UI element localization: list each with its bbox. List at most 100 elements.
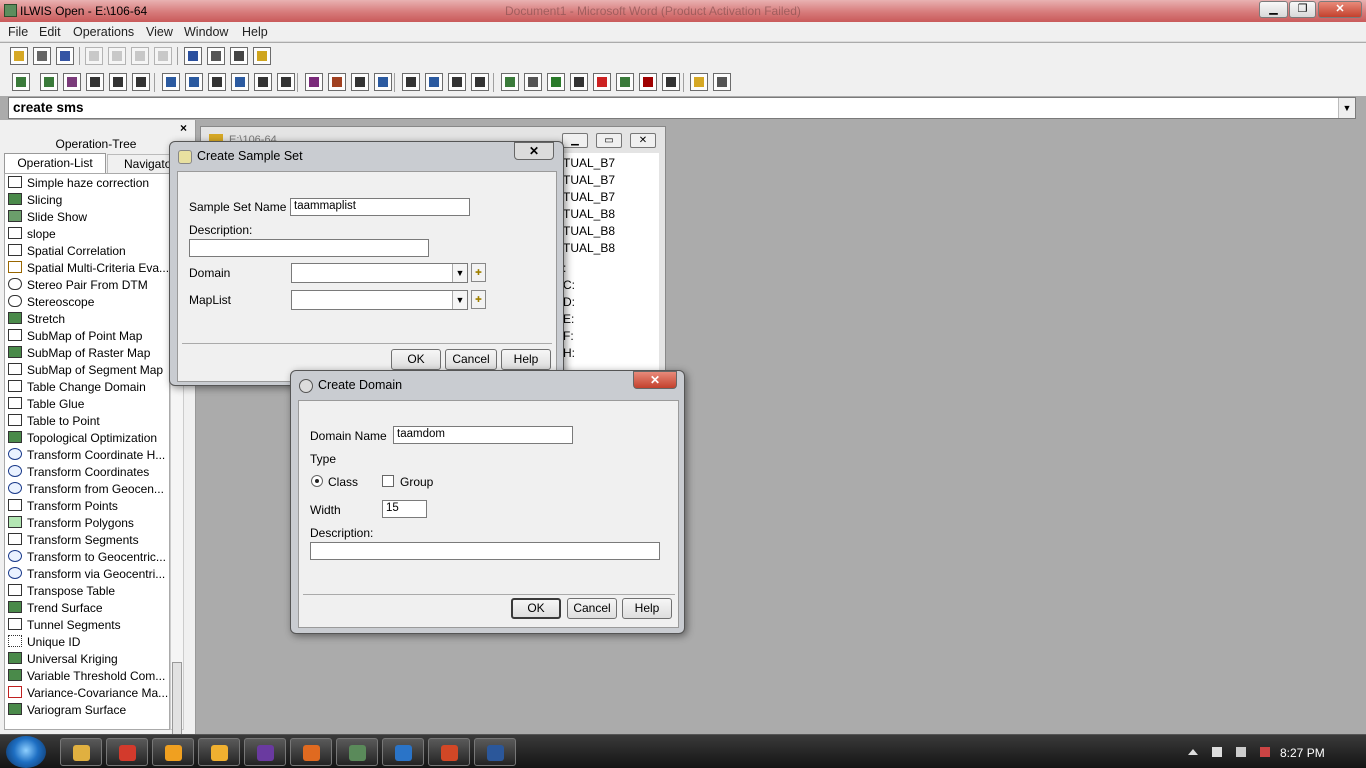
properties-icon[interactable] [56, 47, 74, 65]
histogram-icon[interactable] [254, 73, 272, 91]
word-icon[interactable] [474, 738, 516, 766]
operation-item[interactable]: Simple haze correction [5, 174, 169, 191]
help-button[interactable]: Help [622, 598, 672, 619]
stereo-icon[interactable] [524, 73, 542, 91]
segment-map-icon[interactable] [86, 73, 104, 91]
menu-help[interactable]: Help [242, 25, 268, 39]
ilwis-logo-icon[interactable] [12, 73, 30, 91]
tab-navigator[interactable]: Navigator [107, 154, 177, 173]
operation-item[interactable]: Slide Show [5, 208, 169, 225]
operation-item[interactable]: Transform Points [5, 497, 169, 514]
chevron-down-icon[interactable]: ▼ [452, 264, 467, 282]
operation-item[interactable]: Stretch [5, 310, 169, 327]
catalog-item[interactable]: C: [563, 278, 575, 292]
polygon-map-icon[interactable] [63, 73, 81, 91]
script-icon[interactable] [662, 73, 680, 91]
operation-item[interactable]: slope [5, 225, 169, 242]
operation-item[interactable]: Slicing [5, 191, 169, 208]
operation-item[interactable]: Table Change Domain [5, 378, 169, 395]
menu-edit[interactable]: Edit [39, 25, 61, 39]
start-button[interactable] [6, 736, 46, 768]
up-folder-icon[interactable] [253, 47, 271, 65]
minimize-button[interactable]: ▁ [1259, 1, 1288, 18]
maplist-icon[interactable] [402, 73, 420, 91]
menu-window[interactable]: Window [184, 25, 228, 39]
window-title-bar[interactable]: ILWIS Open - E:\106-64 Document1 - Micro… [0, 0, 1366, 22]
create-maplist-button[interactable]: ✚ [471, 290, 486, 309]
operation-item[interactable]: SubMap of Raster Map [5, 344, 169, 361]
chrome-icon[interactable] [106, 738, 148, 766]
operation-item[interactable]: Transform Coordinates [5, 463, 169, 480]
cancel-button[interactable]: Cancel [567, 598, 617, 619]
visual-studio-icon[interactable] [244, 738, 286, 766]
function-icon[interactable] [639, 73, 657, 91]
network-icon[interactable] [1260, 747, 1270, 757]
domain-icon[interactable] [305, 73, 323, 91]
georeference-icon[interactable] [351, 73, 369, 91]
firefox-icon[interactable] [290, 738, 332, 766]
group-checkbox[interactable] [382, 475, 394, 487]
operation-item[interactable]: Transform Segments [5, 531, 169, 548]
annotation-icon[interactable] [208, 73, 226, 91]
list-view-icon[interactable] [207, 47, 225, 65]
dem-icon[interactable] [501, 73, 519, 91]
class-radio[interactable] [311, 475, 323, 487]
catalog-minimize-button[interactable]: ▁ [562, 133, 588, 148]
catalog-item[interactable]: TUAL_B7 [563, 190, 615, 204]
menu-file[interactable]: File [8, 25, 28, 39]
panel-close-icon[interactable]: × [180, 121, 187, 135]
details-view-icon[interactable] [230, 47, 248, 65]
ie-icon[interactable] [382, 738, 424, 766]
operation-item[interactable]: Transpose Table [5, 582, 169, 599]
catalog-item[interactable]: H: [563, 346, 575, 360]
domain-name-input[interactable]: taamdom [393, 426, 573, 444]
catalog-item[interactable]: TUAL_B8 [563, 224, 615, 238]
width-input[interactable]: 15 [382, 500, 427, 518]
operation-item[interactable]: Spatial Correlation [5, 242, 169, 259]
show-hidden-icons-icon[interactable] [1188, 749, 1198, 755]
operation-item[interactable]: Universal Kriging [5, 650, 169, 667]
operation-item[interactable]: Unique ID [5, 633, 169, 650]
operation-item[interactable]: SubMap of Segment Map [5, 361, 169, 378]
operation-item[interactable]: Transform via Geocentri... [5, 565, 169, 582]
operation-item[interactable]: Topological Optimization [5, 429, 169, 446]
ok-button[interactable]: OK [391, 349, 441, 370]
coordinate-system-icon[interactable] [374, 73, 392, 91]
raster-map-icon[interactable] [40, 73, 58, 91]
smce-icon[interactable] [547, 73, 565, 91]
point-map-icon[interactable] [109, 73, 127, 91]
operation-item[interactable]: Variogram Surface [5, 701, 169, 718]
close-window-button[interactable]: ✕ [1318, 1, 1362, 18]
operation-item[interactable]: Table to Point [5, 412, 169, 429]
chevron-down-icon[interactable]: ▼ [452, 291, 467, 309]
copy-icon[interactable] [85, 47, 103, 65]
description-input[interactable] [310, 542, 660, 560]
map-view-icon[interactable] [425, 73, 443, 91]
sample-set-name-input[interactable]: taammaplist [290, 198, 470, 216]
power-icon[interactable] [1236, 747, 1246, 757]
catalog-item[interactable]: TUAL_B8 [563, 241, 615, 255]
operation-item[interactable]: SubMap of Point Map [5, 327, 169, 344]
operation-item[interactable]: Stereo Pair From DTM [5, 276, 169, 293]
explorer-icon[interactable] [60, 738, 102, 766]
layout-icon[interactable] [231, 73, 249, 91]
graph-icon[interactable] [184, 47, 202, 65]
domain-select[interactable]: ▼ [291, 263, 468, 283]
catalog-item[interactable]: TUAL_B8 [563, 207, 615, 221]
operation-item[interactable]: Spatial Multi-Criteria Eva... [5, 259, 169, 276]
operation-item[interactable]: Transform Polygons [5, 514, 169, 531]
catalog-icon[interactable] [713, 73, 731, 91]
catalog-item[interactable]: D: [563, 295, 575, 309]
matrix-icon[interactable] [593, 73, 611, 91]
catalog-maximize-button[interactable]: ▭ [596, 133, 622, 148]
operation-item[interactable]: Trend Surface [5, 599, 169, 616]
media-player-icon[interactable] [198, 738, 240, 766]
sample-set-icon[interactable] [185, 73, 203, 91]
operation-item[interactable]: Transform from Geocen... [5, 480, 169, 497]
graph-chart-icon[interactable] [277, 73, 295, 91]
command-line-input[interactable]: create sms ▼ [8, 97, 1356, 119]
catalog-close-button[interactable]: ✕ [630, 133, 656, 148]
maplist-select[interactable]: ▼ [291, 290, 468, 310]
object-collection-icon[interactable] [448, 73, 466, 91]
paste-icon[interactable] [108, 47, 126, 65]
